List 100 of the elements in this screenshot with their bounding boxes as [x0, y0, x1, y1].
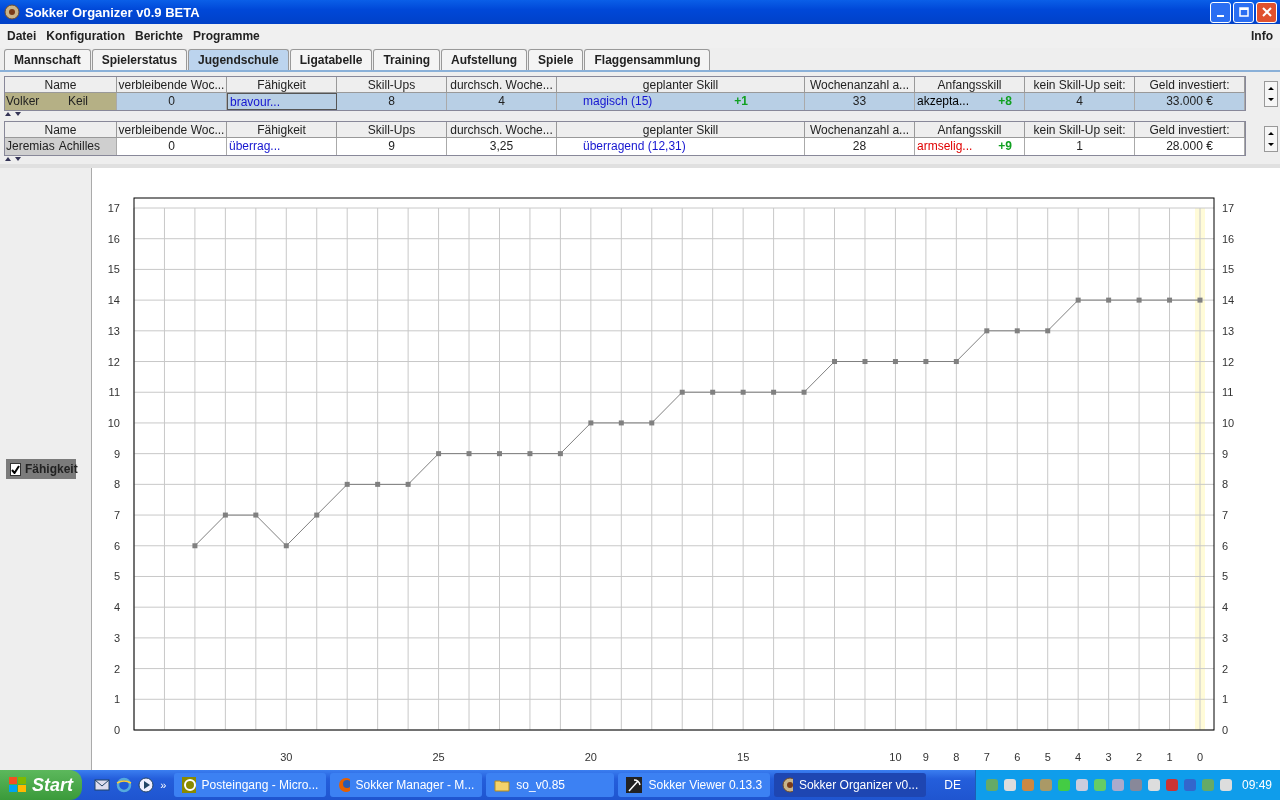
x-tick-label: 15 [737, 751, 750, 763]
menu-item[interactable]: Konfiguration [41, 29, 130, 43]
column-header[interactable]: Name [5, 122, 117, 138]
tab[interactable]: Training [373, 49, 441, 70]
checkbox[interactable] [10, 462, 21, 476]
menu-item[interactable]: Info [1246, 29, 1278, 43]
table-row[interactable]: Jeremias Achilles 0 überrag... 9 3,25 überragend (12,31) 28 armselig... +9 1 28.000 € [5, 138, 1245, 155]
browser-icon[interactable] [116, 777, 133, 793]
tab[interactable]: Ligatabelle [289, 49, 373, 70]
tab[interactable]: Spielerstatus [91, 49, 188, 70]
column-header[interactable]: verbleibende Woc... [117, 122, 227, 138]
tray-icon[interactable] [1055, 777, 1072, 793]
taskbar-button[interactable]: Sokker Organizer v0... [774, 773, 927, 797]
windows-flag-icon [8, 776, 28, 794]
data-point [375, 481, 381, 487]
tab[interactable]: Aufstellung [441, 49, 528, 70]
y-tick-label: 4 [113, 601, 120, 614]
taskbar-button[interactable]: Sokker Manager - M... [330, 773, 483, 797]
data-point [527, 451, 533, 457]
close-button[interactable] [1256, 1, 1277, 23]
tray-icon[interactable] [1127, 777, 1144, 793]
column-header[interactable]: kein Skill-Up seit: [1025, 77, 1135, 93]
table-cell: magisch (15) [583, 93, 653, 110]
table-cell: akzepta... [917, 93, 970, 110]
maximize-button[interactable] [1233, 1, 1254, 23]
tray-icon[interactable] [1037, 777, 1054, 793]
x-tick-label: 3 [1105, 751, 1112, 763]
minimize-icon [1217, 15, 1224, 17]
tray-icon[interactable] [1073, 777, 1090, 793]
column-header[interactable]: Skill-Ups [337, 77, 447, 93]
tab[interactable]: Flaggensammlung [584, 49, 711, 70]
tray-icon[interactable] [1109, 777, 1126, 793]
column-header[interactable]: geplanter Skill [557, 122, 805, 138]
taskbar-button[interactable]: Posteingang - Micro... [174, 773, 327, 797]
more-button[interactable]: » [160, 779, 167, 791]
tray-icon[interactable] [1145, 777, 1162, 793]
menu-item[interactable]: Programme [188, 29, 265, 43]
data-point [953, 359, 959, 365]
y-tick-label: 2 [113, 662, 120, 675]
clock: 09:49 [1241, 778, 1272, 792]
tray-icon[interactable] [1001, 777, 1018, 793]
column-header[interactable]: durchsch. Woche... [447, 77, 557, 93]
x-tick-label: 2 [1136, 751, 1143, 763]
table-cell: bravour... [227, 93, 337, 110]
tray-icon[interactable] [1181, 777, 1198, 793]
y-tick-label: 2 [1222, 662, 1229, 675]
table-cell: Achilles [58, 138, 101, 155]
column-header[interactable]: Geld investiert: [1135, 122, 1245, 138]
column-header[interactable]: Skill-Ups [337, 122, 447, 138]
y-tick-label: 9 [113, 447, 120, 460]
data-point [740, 389, 746, 395]
menu-item[interactable]: Berichte [130, 29, 189, 43]
delta-label: +8 [998, 93, 1012, 110]
play-icon[interactable] [138, 777, 155, 793]
taskbar-button[interactable]: so_v0.85 [486, 773, 615, 797]
column-header[interactable]: Fähigkeit [227, 77, 337, 93]
tab[interactable]: Mannschaft [4, 49, 91, 70]
menu-item[interactable]: Datei [2, 29, 42, 43]
column-header[interactable]: Anfangsskill [915, 122, 1025, 138]
spinner-control[interactable] [1264, 80, 1278, 107]
column-header[interactable]: durchsch. Woche... [447, 122, 557, 138]
table-cell: überragend (12,31) [583, 138, 686, 155]
table-cell: Jeremias [6, 138, 55, 155]
tab[interactable]: Jugendschule [188, 49, 289, 70]
x-tick-label: 0 [1196, 751, 1204, 763]
table-row[interactable]: Volker Keil 0 bravour... 8 4 magisch (15) +1 33 akzepta... +8 4 33.000 € [5, 93, 1245, 110]
column-header[interactable]: Wochenanzahl a... [805, 122, 915, 138]
envelope-icon[interactable] [94, 777, 111, 793]
column-header[interactable]: kein Skill-Up seit: [1025, 122, 1135, 138]
column-header[interactable]: verbleibende Woc... [117, 77, 227, 93]
table-cell: 0 [117, 93, 227, 110]
table-cell: 33.000 € [1135, 93, 1245, 110]
column-header[interactable]: Anfangsskill [915, 77, 1025, 93]
data-point [1106, 297, 1112, 303]
delta-label: +9 [998, 138, 1012, 155]
minimize-button[interactable] [1210, 1, 1231, 23]
y-tick-label: 16 [107, 232, 120, 245]
spinner-control[interactable] [1264, 125, 1278, 152]
table-cell: armselig... [917, 138, 973, 155]
tray-icon[interactable] [1091, 777, 1108, 793]
taskbar-button[interactable]: Sokker Viewer 0.13.3 [618, 773, 771, 797]
y-tick-label: 15 [107, 263, 120, 276]
tray-icon[interactable] [1163, 777, 1180, 793]
column-header[interactable]: Name [5, 77, 117, 93]
column-header[interactable]: Geld investiert: [1135, 77, 1245, 93]
table-cell: 1 [1025, 138, 1135, 155]
column-header[interactable]: Fähigkeit [227, 122, 337, 138]
x-tick-label: 5 [1044, 751, 1051, 763]
language-indicator[interactable]: DE [930, 778, 975, 792]
column-header[interactable]: geplanter Skill [557, 77, 805, 93]
tray-icon[interactable] [1019, 777, 1036, 793]
table-cell: 3,25 [447, 138, 557, 155]
y-tick-label: 12 [1222, 355, 1235, 368]
data-point [436, 451, 442, 457]
y-tick-label: 3 [1222, 631, 1229, 644]
tab[interactable]: Spiele [528, 49, 584, 70]
x-tick-label: 8 [953, 751, 960, 763]
data-point [984, 328, 990, 334]
tray-icon[interactable] [1217, 777, 1234, 793]
column-header[interactable]: Wochenanzahl a... [805, 77, 915, 93]
